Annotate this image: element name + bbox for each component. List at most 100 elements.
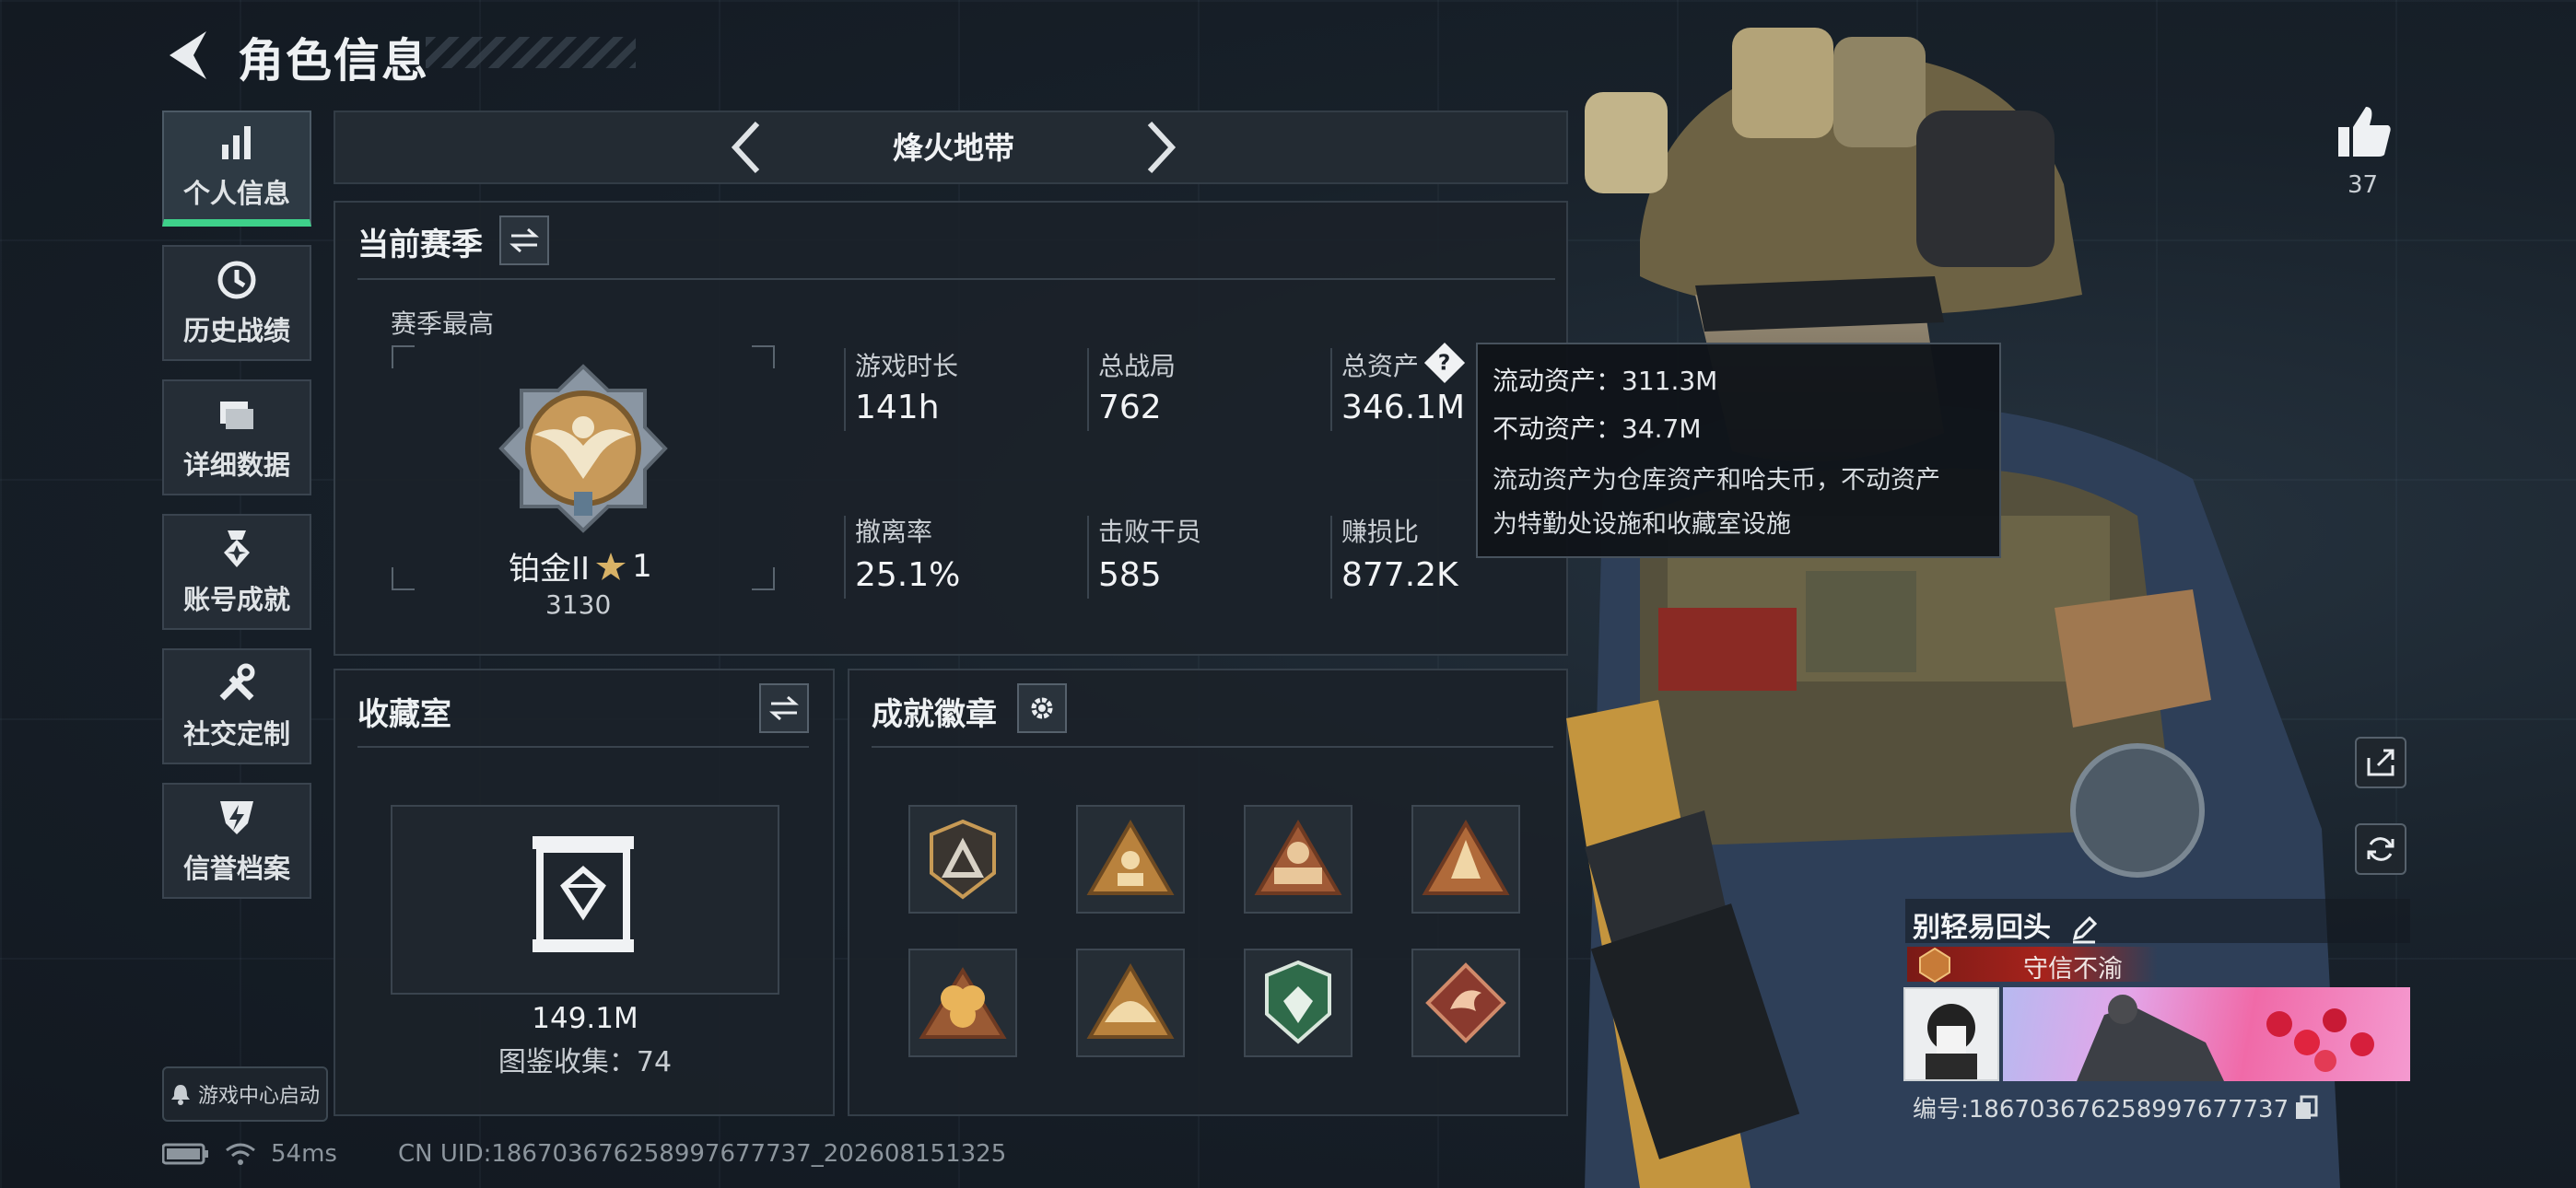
game-center-launch-button[interactable]: 游戏中心启动 — [162, 1066, 328, 1122]
back-arrow-icon[interactable] — [164, 28, 212, 83]
divider — [1330, 516, 1332, 599]
like-count: 37 — [2348, 171, 2379, 199]
sidebar-item-social[interactable]: 社交定制 — [162, 648, 311, 764]
divider — [357, 746, 809, 748]
sidebar-item-reputation[interactable]: 信誉档案 — [162, 783, 311, 899]
season-best-label: 赛季最高 — [391, 309, 495, 339]
divider — [844, 516, 846, 599]
collection-count: 图鉴收集：74 — [498, 1046, 673, 1078]
banner-artwork-icon — [2077, 995, 2374, 1081]
dragon-badge[interactable] — [1411, 949, 1520, 1057]
battery-icon — [162, 1136, 208, 1172]
divider — [844, 348, 846, 431]
avatar-portrait-icon — [1905, 989, 1997, 1079]
divider — [357, 278, 1555, 280]
page-title: 角色信息 — [238, 34, 429, 87]
emerald-badge[interactable] — [1244, 949, 1352, 1057]
chevron-left-icon[interactable] — [728, 118, 765, 177]
sidebar-item-label: 历史战绩 — [182, 315, 290, 346]
name-banner — [2003, 987, 2410, 1081]
stat-playtime-value: 141h — [855, 389, 940, 426]
stat-ratio-label: 赚损比 — [1341, 517, 1420, 547]
stat-extract-value: 25.1% — [855, 556, 961, 594]
player-title: 守信不渝 — [2023, 955, 2123, 984]
mountain-badge[interactable] — [1411, 805, 1520, 914]
sidebar-item-label: 账号成就 — [182, 584, 290, 615]
divider — [872, 746, 1553, 748]
ping-text: 54ms — [271, 1140, 337, 1168]
wifi-icon — [225, 1136, 256, 1172]
divider — [1087, 516, 1089, 599]
season-title: 当前赛季 — [357, 227, 483, 263]
sidebar-item-label: 个人信息 — [182, 178, 290, 209]
thumbs-up-icon[interactable] — [2336, 103, 2394, 160]
sidebar-item-profile[interactable]: 个人信息 — [162, 111, 311, 227]
flower-badge[interactable] — [908, 949, 1017, 1057]
swap-icon — [509, 227, 539, 253]
stat-matches-label: 总战局 — [1098, 351, 1177, 381]
sidebar-item-label: 详细数据 — [182, 449, 290, 481]
collection-value: 149.1M — [532, 1002, 638, 1035]
refresh-button[interactable] — [2355, 823, 2406, 875]
player-id-text: 编号:186703676258997677737 — [1913, 1096, 2289, 1124]
tools-icon — [219, 663, 255, 701]
stat-extract-label: 撤离率 — [855, 517, 933, 547]
edit-icon[interactable] — [2069, 914, 2099, 944]
switch-season-button[interactable] — [499, 215, 549, 265]
title-decoration — [426, 37, 636, 68]
divider — [1087, 348, 1089, 431]
stat-assets-label: 总资产 — [1341, 351, 1420, 381]
launch-button-label: 游戏中心启动 — [197, 1085, 320, 1108]
climber-badge[interactable] — [1076, 805, 1185, 914]
tooltip-description-1: 流动资产为仓库资产和哈夫币，不动资产 — [1493, 466, 1940, 495]
rank-stars: 1 — [632, 547, 652, 585]
stat-assets-value: 346.1M — [1341, 389, 1466, 426]
folder-icon — [220, 402, 253, 429]
player-name-text: 别轻易回头 — [1913, 912, 2051, 944]
sidebar-item-achievements[interactable]: 账号成就 — [162, 514, 311, 630]
sidebar-item-label: 社交定制 — [182, 718, 290, 750]
shield-icon — [220, 801, 253, 834]
title-emblem-icon — [1919, 947, 1950, 984]
platinum-rank-emblem-icon — [498, 364, 668, 533]
hill-badge[interactable] — [1076, 949, 1185, 1057]
bar-chart-icon — [222, 126, 251, 159]
sidebar-item-history[interactable]: 历史战绩 — [162, 245, 311, 361]
tooltip-liquid-assets: 流动资产：311.3M — [1493, 366, 1718, 396]
share-icon — [2367, 749, 2395, 776]
copy-icon[interactable] — [2294, 1095, 2318, 1121]
assets-tooltip: 流动资产：311.3M 不动资产：34.7M 流动资产为仓库资产和哈夫币，不动资… — [1476, 343, 2001, 558]
gear-icon — [1031, 697, 1053, 719]
tooltip-description-2: 为特勤处设施和收藏室设施 — [1493, 510, 1791, 539]
stat-ratio-value: 877.2K — [1341, 556, 1458, 594]
player-id: 编号:186703676258997677737 — [1913, 1090, 2318, 1124]
sidebar-item-details[interactable]: 详细数据 — [162, 379, 311, 495]
squad-badge[interactable] — [1244, 805, 1352, 914]
sidebar-item-label: 信誉档案 — [182, 853, 290, 884]
achievement-icon — [224, 530, 250, 567]
triangle-badge[interactable] — [908, 805, 1017, 914]
rank-tier: 铂金II — [509, 551, 591, 588]
badge-settings-button[interactable] — [1017, 683, 1067, 733]
history-icon — [217, 261, 256, 299]
mode-title: 烽火地带 — [893, 130, 1014, 166]
rank-name: 铂金II 1 — [509, 543, 652, 588]
collection-title: 收藏室 — [357, 696, 451, 733]
stat-kills-label: 击败干员 — [1098, 517, 1202, 547]
stat-kills-value: 585 — [1098, 556, 1162, 594]
swap-icon — [769, 695, 799, 721]
tooltip-fixed-assets: 不动资产：34.7M — [1493, 413, 1702, 444]
player-name: 别轻易回头 — [1913, 904, 2099, 945]
badges-title: 成就徽章 — [872, 696, 997, 733]
avatar[interactable] — [1903, 987, 1999, 1081]
chevron-right-icon[interactable] — [1142, 118, 1179, 177]
switch-collection-button[interactable] — [759, 683, 809, 733]
star-icon — [596, 552, 626, 580]
divider — [1330, 348, 1332, 431]
stat-playtime-label: 游戏时长 — [855, 351, 959, 381]
share-button[interactable] — [2355, 737, 2406, 788]
bell-icon — [170, 1085, 190, 1105]
vault-icon — [533, 836, 634, 952]
uid-text: CN UID:1867036762589976777​37_2026081513… — [398, 1140, 1007, 1168]
refresh-icon — [2367, 837, 2395, 861]
